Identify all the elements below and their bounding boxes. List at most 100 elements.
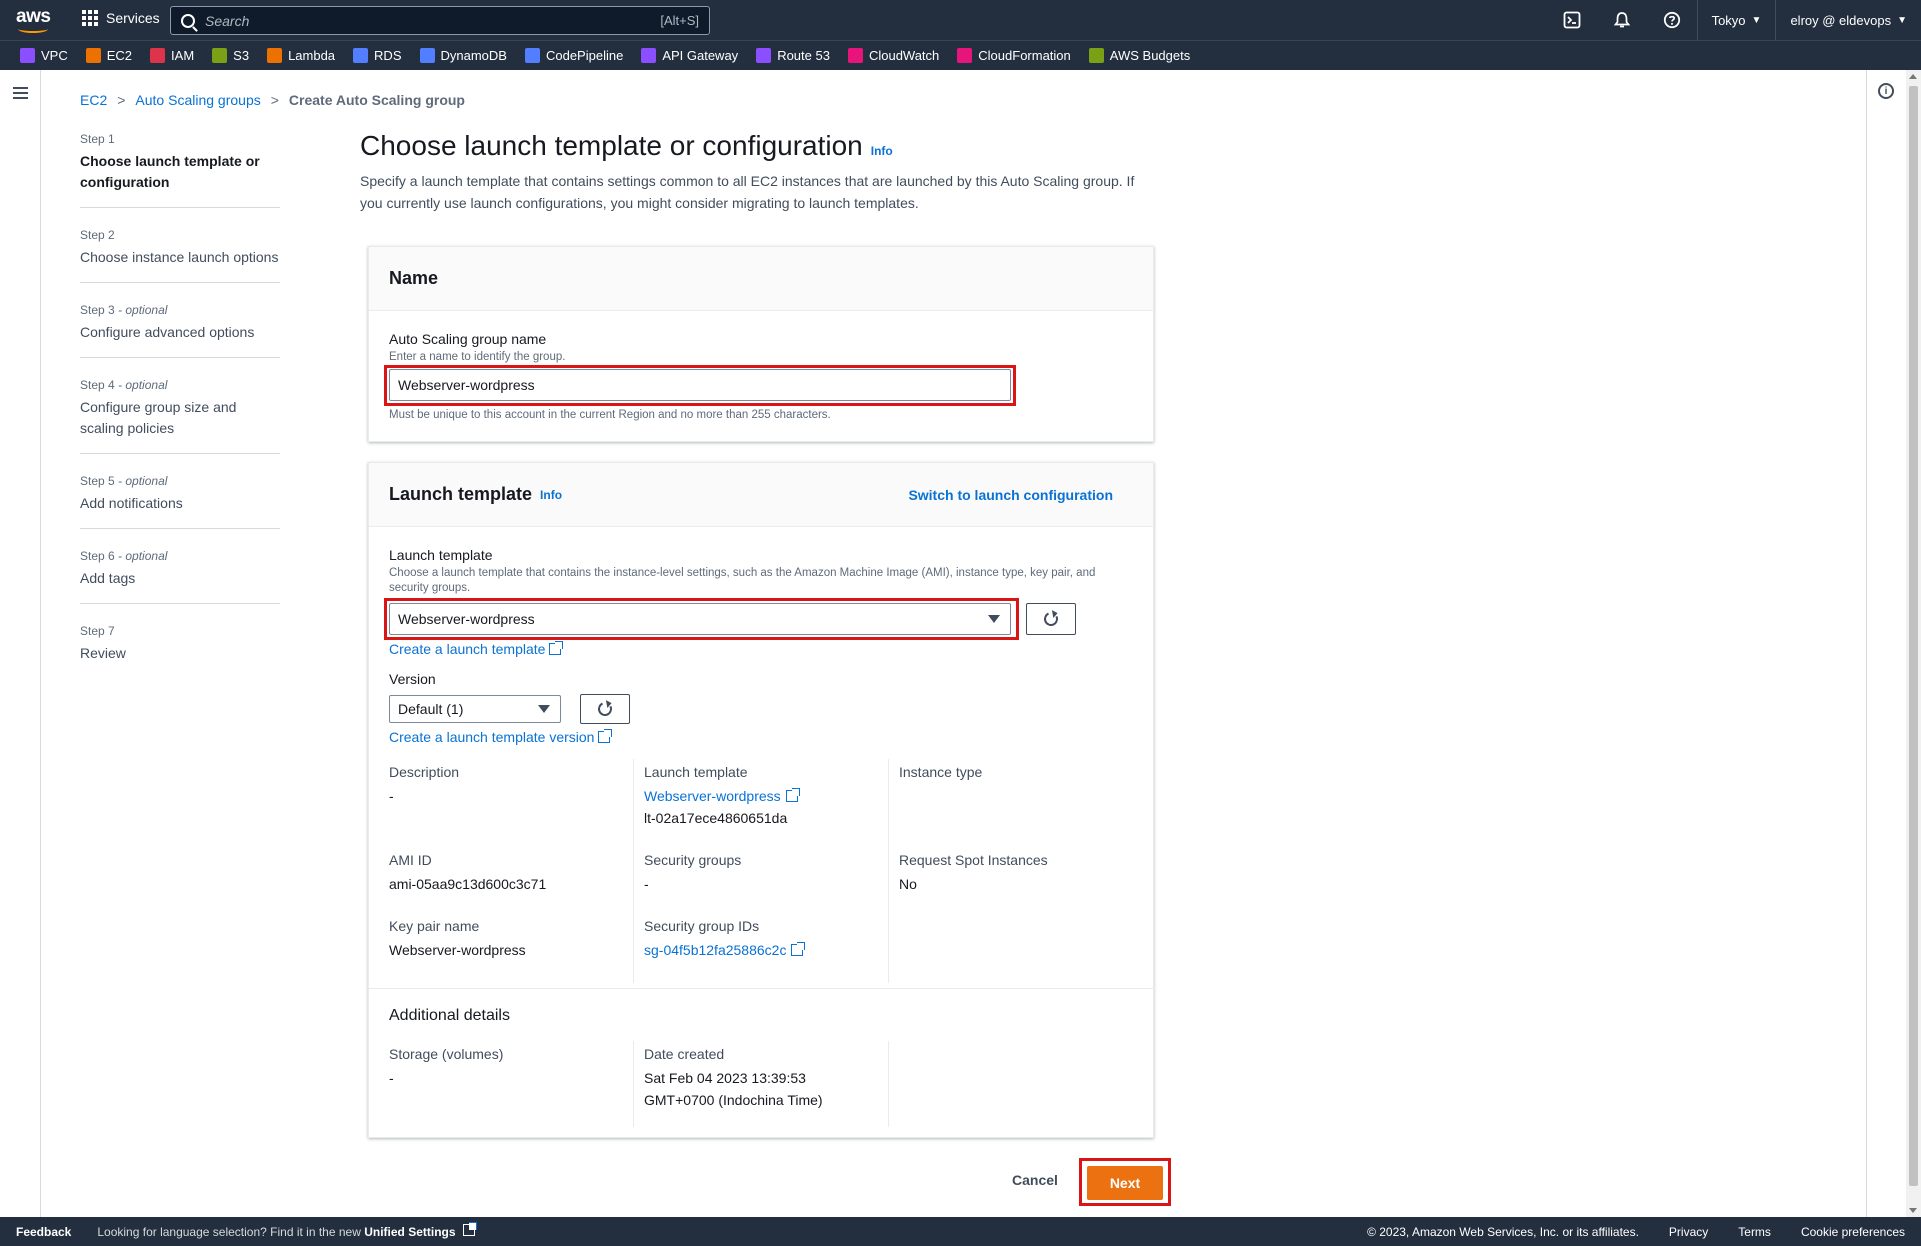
- date-created-key: Date created: [644, 1046, 725, 1062]
- external-link-icon: [598, 729, 613, 743]
- wizard-step-2[interactable]: Step 2 Choose instance launch options: [80, 228, 280, 283]
- version-select[interactable]: Default (1): [389, 695, 561, 723]
- aws-logo-text: aws: [16, 6, 51, 27]
- favorite-route-53[interactable]: Route 53: [756, 48, 830, 63]
- service-icon: [353, 48, 369, 63]
- scroll-down-arrow[interactable]: [1909, 1208, 1917, 1213]
- security-group-id-link[interactable]: sg-04f5b12fa25886c2c: [644, 939, 806, 961]
- create-launch-template-version-link[interactable]: Create a launch template version: [389, 729, 613, 745]
- cancel-button[interactable]: Cancel: [1012, 1172, 1058, 1188]
- additional-details-header: Additional details: [389, 1007, 510, 1024]
- service-icon: [756, 48, 772, 63]
- key-pair-value: Webserver-wordpress: [389, 942, 526, 958]
- language-notice: Looking for language selection? Find it …: [97, 1222, 477, 1239]
- create-launch-template-link[interactable]: Create a launch template: [389, 641, 564, 657]
- step-number: Step 7: [80, 624, 280, 638]
- feedback-link[interactable]: Feedback: [16, 1225, 71, 1239]
- launch-template-key: Launch template: [644, 764, 748, 780]
- service-icon: [1088, 48, 1104, 63]
- favorite-cloudformation[interactable]: CloudFormation: [957, 48, 1071, 63]
- switch-to-launch-configuration-link[interactable]: Switch to launch configuration: [908, 487, 1113, 503]
- unified-settings-link[interactable]: Unified Settings: [364, 1225, 455, 1239]
- step-optional-text: - optional: [114, 303, 168, 317]
- notifications-button[interactable]: [1597, 0, 1647, 40]
- favorite-label: IAM: [171, 48, 195, 63]
- page-info-link[interactable]: Info: [871, 144, 893, 158]
- launch-template-name-text: Webserver-wordpress: [644, 788, 781, 804]
- ami-id-field: AMI ID ami-05aa9c13d600c3c71: [389, 849, 546, 895]
- wizard-step-7[interactable]: Step 7 Review: [80, 624, 280, 678]
- external-link-icon: [791, 942, 806, 956]
- step-label: Add notifications: [80, 495, 183, 511]
- key-pair-key: Key pair name: [389, 918, 480, 934]
- favorite-dynamodb[interactable]: DynamoDB: [419, 48, 507, 63]
- favorite-cloudwatch[interactable]: CloudWatch: [847, 48, 940, 63]
- cookie-preferences-link[interactable]: Cookie preferences: [1801, 1225, 1905, 1239]
- aws-logo[interactable]: aws: [16, 6, 51, 34]
- launch-template-label: Launch template: [389, 547, 493, 563]
- favorite-label: CloudWatch: [868, 48, 940, 63]
- favorite-s3[interactable]: S3: [212, 48, 249, 63]
- wizard-step-3[interactable]: Step 3 - optional Configure advanced opti…: [80, 303, 280, 358]
- favorite-iam[interactable]: IAM: [150, 48, 194, 63]
- search-input[interactable]: [195, 12, 661, 29]
- privacy-link[interactable]: Privacy: [1669, 1225, 1708, 1239]
- name-panel: Name Auto Scaling group name Enter a nam…: [368, 246, 1154, 442]
- account-menu[interactable]: elroy @ eldevops ▼: [1775, 0, 1921, 40]
- help-button[interactable]: [1647, 0, 1697, 40]
- favorite-api-gateway[interactable]: API Gateway: [641, 48, 738, 63]
- refresh-launch-templates-button[interactable]: [1026, 603, 1076, 635]
- scrollbar-thumb[interactable]: [1909, 86, 1918, 1186]
- refresh-versions-button[interactable]: [580, 694, 630, 724]
- favorite-label: RDS: [374, 48, 402, 63]
- step-optional-text: - optional: [114, 378, 168, 392]
- caret-down-icon: ▼: [1751, 14, 1762, 26]
- top-navigation: aws Services [Alt+S] Tokyo ▼ elroy @ elde…: [0, 0, 1921, 40]
- info-panel-icon[interactable]: i: [1878, 83, 1894, 99]
- security-group-ids-field: Security group IDs sg-04f5b12fa25886c2c: [644, 915, 806, 961]
- description-field: Description -: [389, 761, 459, 807]
- service-icon: [85, 48, 101, 63]
- wizard-step-4[interactable]: Step 4 - optional Configure group size an…: [80, 378, 280, 454]
- footer: Feedback Looking for language selection?…: [0, 1217, 1921, 1246]
- region-selector[interactable]: Tokyo ▼: [1696, 0, 1776, 40]
- step-label: Choose launch template or configuration: [80, 153, 260, 190]
- favorite-lambda[interactable]: Lambda: [267, 48, 335, 63]
- launch-template-name-link[interactable]: Webserver-wordpress: [644, 785, 800, 807]
- launch-template-info-link[interactable]: Info: [540, 488, 562, 502]
- wizard-steps: Step 1 Choose launch template or configur…: [80, 132, 280, 698]
- cloudshell-button[interactable]: [1547, 0, 1597, 40]
- next-button[interactable]: Next: [1087, 1166, 1163, 1200]
- launch-template-panel: Launch template Info Switch to launch co…: [368, 462, 1155, 1138]
- create-launch-template-text: Create a launch template: [389, 641, 546, 657]
- highlight-box: [384, 365, 1016, 406]
- scroll-up-arrow[interactable]: [1909, 74, 1917, 79]
- favorite-codepipeline[interactable]: CodePipeline: [524, 48, 623, 63]
- favorite-aws-budgets[interactable]: AWS Budgets: [1088, 48, 1190, 63]
- favorite-label: CloudFormation: [978, 48, 1071, 63]
- breadcrumb-auto-scaling-groups[interactable]: Auto Scaling groups: [135, 92, 260, 108]
- favorite-rds[interactable]: RDS: [353, 48, 402, 63]
- description-key: Description: [389, 764, 460, 780]
- favorite-ec2[interactable]: EC2: [85, 48, 132, 63]
- nav-right-group: Tokyo ▼ elroy @ eldevops ▼: [1547, 0, 1921, 40]
- menu-icon[interactable]: [13, 87, 28, 99]
- wizard-step-6[interactable]: Step 6 - optional Add tags: [80, 549, 280, 604]
- terms-link[interactable]: Terms: [1738, 1225, 1771, 1239]
- column-divider: [633, 759, 634, 983]
- search-box[interactable]: [Alt+S]: [170, 6, 710, 35]
- step-number: Step 2: [80, 228, 280, 242]
- breadcrumb-ec2[interactable]: EC2: [80, 92, 107, 108]
- step-number: Step 4 - optional: [80, 378, 280, 392]
- favorite-vpc[interactable]: VPC: [20, 48, 68, 63]
- cloudshell-icon: [1563, 11, 1580, 29]
- language-notice-text: Looking for language selection? Find it …: [97, 1225, 365, 1239]
- services-menu-button[interactable]: Services: [82, 10, 160, 26]
- step-optional-text: - optional: [114, 474, 168, 488]
- step-number: Step 6 - optional: [80, 549, 280, 563]
- launch-template-panel-title: Launch template: [389, 484, 533, 504]
- create-launch-template-version-text: Create a launch template version: [389, 729, 595, 745]
- wizard-step-5[interactable]: Step 5 - optional Add notifications: [80, 474, 280, 529]
- breadcrumb: EC2 > Auto Scaling groups > Create Auto …: [80, 92, 465, 108]
- scrollbar[interactable]: [1906, 70, 1921, 1217]
